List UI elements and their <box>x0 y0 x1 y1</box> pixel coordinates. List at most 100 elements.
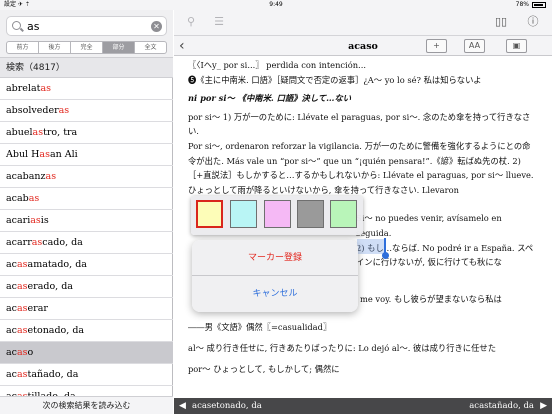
entry-title: acaso <box>348 41 378 52</box>
result-post: an Ali <box>49 149 78 160</box>
mode-tab[interactable]: 前方 <box>7 42 39 53</box>
entry-line: al〜 成り行き任せに, 行きあたりばったりに: Lo dejó al〜. 彼は… <box>188 342 496 353</box>
result-hit: as <box>39 149 50 160</box>
result-row[interactable]: acastañado, da <box>0 364 173 386</box>
result-hit: as <box>28 193 40 204</box>
mode-tab[interactable]: 後方 <box>39 42 71 53</box>
result-hit: as <box>16 281 28 292</box>
result-pre: acarr <box>6 237 32 248</box>
color-swatch[interactable] <box>330 200 357 228</box>
entry-line: por si〜 1) 万が一のために: Llévate el paraguas,… <box>188 111 531 137</box>
result-pre: ac <box>6 325 17 336</box>
entry-line: por〜 ひょっとして, もしかして; 偶然に <box>188 363 340 374</box>
result-pre: ac <box>6 281 17 292</box>
battery-percent: 78% <box>515 1 529 8</box>
mode-tab[interactable]: 完全 <box>71 42 103 53</box>
book-icon[interactable]: ▯▯ <box>494 15 508 29</box>
result-hit: as <box>16 347 28 358</box>
result-hit: as <box>40 83 51 94</box>
result-row[interactable]: Abul Hasan Ali <box>0 144 173 166</box>
result-hit: as <box>16 325 28 336</box>
entry-line: 〖〈Iヘy_ por si...〗 perdida con intención.… <box>188 60 366 70</box>
result-post: tro, tra <box>43 127 78 138</box>
result-post: is <box>40 215 49 226</box>
result-pre: acabanz <box>6 171 46 182</box>
result-row[interactable]: abrelatas <box>0 78 173 100</box>
result-hit: as <box>16 259 28 270</box>
info-icon[interactable]: ⓘ <box>526 15 540 29</box>
result-hit: as <box>16 369 28 380</box>
result-pre: ac <box>6 303 17 314</box>
search-field[interactable]: ✕ <box>6 16 167 36</box>
color-swatch[interactable] <box>297 200 324 228</box>
prev-entry-link[interactable]: acasetonado, da <box>192 398 262 414</box>
result-pre: acari <box>6 215 31 226</box>
result-post: amatado, da <box>27 259 87 270</box>
result-row[interactable]: acasamatado, da <box>0 254 173 276</box>
result-row[interactable]: acaserar <box>0 298 173 320</box>
next-arrow-icon[interactable]: ▶ <box>540 398 547 414</box>
view-mode-button[interactable]: ▣ <box>506 39 527 53</box>
add-button[interactable]: + <box>426 39 447 53</box>
result-pre: absolveder <box>6 105 59 116</box>
result-hit: as <box>32 127 44 138</box>
result-row[interactable]: abuelastro, tra <box>0 122 173 144</box>
result-hit: as <box>16 303 28 314</box>
entry-line: Por si〜, ordenaron reforzar la vigilanci… <box>188 140 534 195</box>
text-selection <box>357 239 385 254</box>
search-input[interactable] <box>27 19 147 34</box>
result-pre: Abul H <box>6 149 40 160</box>
result-hit: as <box>58 105 70 116</box>
search-pane: ✕ 前方後方完全部分全文 検索（4817） abrelatasabsolvede… <box>0 10 173 414</box>
result-hit: as <box>30 215 41 226</box>
search-mode-segment: 前方 後方 完全 部分 全文 <box>6 41 167 54</box>
search-icon <box>12 21 21 30</box>
result-row[interactable]: acabanzas <box>0 166 173 188</box>
result-row[interactable]: acaso <box>0 342 173 364</box>
search-bar: ✕ 前方後方完全部分全文 <box>0 10 173 58</box>
entry-footer: ◀ acasetonado, da acastañado, da ▶ <box>174 398 552 414</box>
result-pre: ac <box>6 369 17 380</box>
result-post: tañado, da <box>27 369 79 380</box>
result-post: erar <box>27 303 48 314</box>
color-picker <box>191 196 363 235</box>
register-marker-button[interactable]: マーカー登録 <box>192 240 358 276</box>
cancel-button[interactable]: キャンセル <box>192 276 358 312</box>
entry-line: ❺《主に中南米. 口語》［疑問文で否定の返事］¿A〜 yo lo sé? 私は知… <box>188 74 482 85</box>
load-more-button[interactable]: 次の検索結果を読み込む <box>0 396 173 414</box>
prev-arrow-icon[interactable]: ◀ <box>179 398 186 414</box>
result-post: erado, da <box>27 281 73 292</box>
list-icon[interactable]: ☰ <box>212 15 226 29</box>
marker-popup: マーカー登録 キャンセル <box>192 240 358 312</box>
result-row[interactable]: acabas <box>0 188 173 210</box>
clear-icon[interactable]: ✕ <box>151 21 162 32</box>
entry-line: ――男《文語》偶然〖=casualidad〗 <box>188 322 332 333</box>
entry-nav-bar: ‹ acaso + AA ▣ <box>174 35 552 56</box>
next-entry-link[interactable]: acastañado, da <box>469 398 534 414</box>
status-battery: 78% <box>516 0 546 10</box>
color-swatch[interactable] <box>196 200 223 228</box>
result-hit: as <box>45 171 57 182</box>
result-row[interactable]: absolvederas <box>0 100 173 122</box>
result-row[interactable]: acaserado, da <box>0 276 173 298</box>
result-row[interactable]: acariasis <box>0 210 173 232</box>
result-pre: ac <box>6 259 17 270</box>
result-pre: acab <box>6 193 29 204</box>
color-swatch[interactable] <box>230 200 257 228</box>
result-post: etonado, da <box>27 325 85 336</box>
color-swatch[interactable] <box>264 200 291 228</box>
entry-line: ni por si〜 《中南米. 口語》決して…ない <box>188 93 352 104</box>
results-list: abrelatas absolvederas abuelastro, tra Abul… <box>0 78 173 408</box>
battery-icon <box>532 1 546 8</box>
result-pre: abuel <box>6 127 33 138</box>
selection-handle[interactable] <box>382 252 389 259</box>
search-icon[interactable]: ⚲ <box>184 15 198 29</box>
status-bar: 設定 ✈ ⇡ 9:49 78% <box>0 0 552 10</box>
result-pre: ac <box>6 347 17 358</box>
result-row[interactable]: acarrascado, da <box>0 232 173 254</box>
mode-tab[interactable]: 部分 <box>103 42 135 53</box>
mode-tab[interactable]: 全文 <box>135 42 166 53</box>
result-row[interactable]: acasetonado, da <box>0 320 173 342</box>
font-size-button[interactable]: AA <box>464 39 485 53</box>
result-hit: as <box>31 237 43 248</box>
